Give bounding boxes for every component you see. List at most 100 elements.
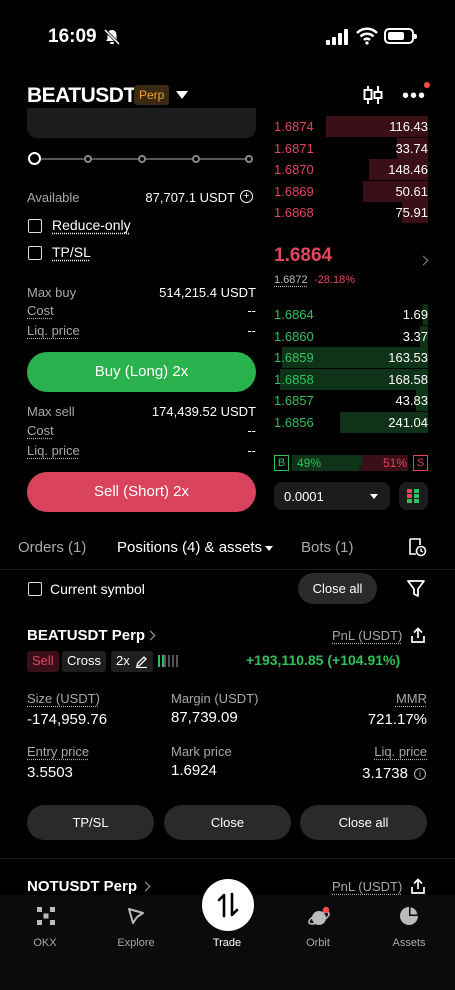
bid-row[interactable]: 1.6864 1.69: [274, 304, 428, 325]
reduce-only-label[interactable]: Reduce-only: [52, 217, 131, 233]
ask-row[interactable]: 1.6874 116.43: [274, 116, 428, 137]
share-icon[interactable]: [410, 627, 426, 644]
filter-icon[interactable]: [407, 579, 425, 598]
ask-qty: 116.43: [389, 119, 428, 134]
nav-okx[interactable]: OKX: [10, 937, 80, 949]
bid-qty: 241.04: [388, 414, 428, 430]
chevron-right-icon[interactable]: [418, 255, 429, 266]
tab-positions-label: Positions (4) & assets: [117, 539, 263, 556]
mark-price-value: 1.6924: [171, 762, 217, 779]
bid-row[interactable]: 1.6860 3.37: [274, 325, 428, 347]
available-label: Available: [27, 190, 80, 205]
current-symbol-label[interactable]: Current symbol: [50, 581, 145, 597]
bid-row[interactable]: 1.6858 168.58: [274, 368, 428, 390]
pair-dropdown-caret-icon[interactable]: [176, 91, 188, 99]
candlestick-chart-icon[interactable]: [362, 84, 384, 106]
ask-price: 1.6874: [274, 119, 314, 134]
cost-value: --: [247, 303, 256, 318]
ask-price: 1.6871: [274, 140, 314, 156]
ask-price: 1.6868: [274, 205, 314, 220]
orderbook-layout-icon[interactable]: [399, 482, 428, 510]
slider-step-25[interactable]: [84, 155, 92, 163]
buy-tag: B: [274, 455, 289, 471]
ask-row[interactable]: 1.6869 50.61: [274, 180, 428, 202]
tab-orders[interactable]: Orders (1): [18, 539, 86, 556]
tpsl-checkbox[interactable]: [28, 246, 42, 260]
tpsl-label[interactable]: TP/SL: [52, 244, 91, 260]
order-history-icon[interactable]: [407, 537, 427, 557]
share-icon[interactable]: [410, 878, 426, 895]
ask-row[interactable]: 1.6871 33.74: [274, 137, 428, 159]
max-buy-value: 514,215.4 USDT: [159, 285, 256, 300]
perp-badge: Perp: [134, 85, 170, 105]
current-symbol-checkbox[interactable]: [28, 582, 42, 596]
chevron-right-icon[interactable]: [140, 881, 151, 892]
ask-price: 1.6870: [274, 162, 314, 177]
nav-assets[interactable]: Assets: [374, 937, 444, 949]
position-divider: [0, 858, 455, 859]
buy-sell-ratio: B 49% 51% S: [274, 455, 428, 472]
sell-tag: S: [413, 455, 428, 471]
pnl-label: PnL (USDT): [332, 628, 403, 643]
notification-dot: [424, 82, 430, 88]
slider-handle[interactable]: [28, 152, 41, 165]
bid-row[interactable]: 1.6857 43.83: [274, 390, 428, 411]
price-change: -28.18%: [314, 274, 355, 286]
tab-positions[interactable]: Positions (4) & assets: [117, 539, 274, 556]
cost-label-sell: Cost: [27, 423, 54, 438]
info-icon[interactable]: i: [414, 768, 426, 780]
size-label: Size (USDT): [27, 691, 100, 706]
okx-logo-icon[interactable]: [36, 906, 56, 926]
bid-price: 1.6858: [274, 371, 314, 387]
more-options-icon[interactable]: •••: [402, 86, 426, 106]
liq-price-label: Liq. price: [27, 323, 80, 338]
mark-price: 1.6872: [274, 274, 308, 286]
tab-bots[interactable]: Bots (1): [301, 539, 354, 556]
buy-long-button[interactable]: Buy (Long) 2x: [27, 352, 256, 392]
close-button[interactable]: Close: [164, 805, 291, 840]
ask-row[interactable]: 1.6868 75.91: [274, 202, 428, 223]
buy-ratio: 49%: [297, 456, 322, 470]
orbit-planet-icon[interactable]: [307, 905, 331, 929]
slider-step-75[interactable]: [192, 155, 200, 163]
sell-ratio: 51%: [382, 456, 407, 470]
max-buy-label: Max buy: [27, 285, 77, 300]
bid-row[interactable]: 1.6859 163.53: [274, 347, 428, 368]
bid-row[interactable]: 1.6856 241.04: [274, 411, 428, 433]
nav-trade[interactable]: Trade: [192, 937, 262, 949]
compass-icon[interactable]: [125, 905, 147, 927]
sell-short-button[interactable]: Sell (Short) 2x: [27, 472, 256, 512]
tpsl-button[interactable]: TP/SL: [27, 805, 154, 840]
ask-qty: 148.46: [388, 162, 428, 177]
size-value: -174,959.76: [27, 711, 108, 728]
trade-button[interactable]: [202, 879, 254, 931]
tabs-divider: [0, 569, 455, 570]
assets-pie-icon[interactable]: [398, 905, 420, 927]
close-all-button[interactable]: Close all: [300, 805, 427, 840]
nav-orbit[interactable]: Orbit: [283, 937, 353, 949]
entry-price-value: 3.5503: [27, 764, 73, 781]
leverage-tag[interactable]: 2x: [111, 651, 153, 672]
pair-title[interactable]: BEATUSDT: [27, 84, 136, 108]
nav-explore[interactable]: Explore: [101, 937, 171, 949]
bid-price: 1.6864: [274, 307, 314, 322]
transfer-plus-icon[interactable]: +: [240, 190, 253, 203]
pnl2-label: PnL (USDT): [332, 879, 403, 894]
liq-price-value: --: [247, 323, 256, 338]
close-all-pill-button[interactable]: Close all: [298, 573, 377, 604]
ask-row[interactable]: 1.6870 148.46: [274, 159, 428, 180]
cost-label: Cost: [27, 303, 54, 318]
mmr-label: MMR: [395, 691, 427, 706]
swap-arrows-icon: [217, 892, 239, 918]
chevron-right-icon[interactable]: [145, 630, 156, 641]
bid-price: 1.6857: [274, 393, 314, 408]
precision-select[interactable]: 0.0001: [274, 482, 390, 510]
position2-title[interactable]: NOTUSDT Perp: [27, 878, 137, 895]
slider-step-50[interactable]: [138, 155, 146, 163]
position-title[interactable]: BEATUSDT Perp: [27, 627, 145, 644]
amount-input[interactable]: [27, 108, 256, 138]
reduce-only-checkbox[interactable]: [28, 219, 42, 233]
margin-value: 87,739.09: [171, 709, 238, 726]
slider-step-100[interactable]: [245, 155, 253, 163]
entry-price-label: Entry price: [27, 744, 90, 759]
